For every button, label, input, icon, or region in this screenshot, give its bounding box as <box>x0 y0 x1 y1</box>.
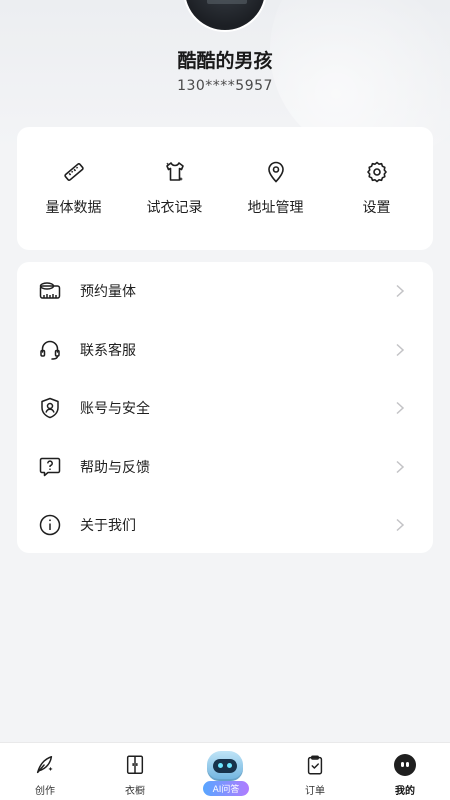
info-icon <box>39 515 61 536</box>
menu-item-help-feedback[interactable]: 帮助与反馈 <box>17 438 433 497</box>
help-chat-icon <box>39 457 61 476</box>
menu-card: 预约量体 联系客服 账号与安全 帮助与反馈 关于我们 <box>17 262 433 553</box>
menu-label: 账号与安全 <box>80 401 150 418</box>
profile-face-icon <box>394 754 416 776</box>
profile-page: 酷酷的男孩 130****5957 量体数据 试衣记录 地址管理 设置 预约量体… <box>0 0 450 800</box>
quick-actions-card: 量体数据 试衣记录 地址管理 设置 <box>17 127 433 250</box>
clipboard-check-icon <box>307 755 323 775</box>
feather-pen-icon <box>36 756 53 774</box>
quick-action-body-data[interactable]: 量体数据 <box>24 160 124 217</box>
quick-action-label: 设置 <box>362 200 391 216</box>
tab-orders[interactable]: 订单 <box>270 743 360 797</box>
tab-label: 订单 <box>305 786 325 797</box>
tab-label: 我的 <box>395 786 415 797</box>
robot-icon <box>207 751 243 781</box>
tape-measure-icon <box>39 282 61 299</box>
phone-number: 130****5957 <box>177 78 273 94</box>
quick-action-address[interactable]: 地址管理 <box>226 160 326 217</box>
location-pin-icon <box>267 161 284 183</box>
menu-label: 预约量体 <box>80 284 136 301</box>
bottom-tab-bar: 创作 衣橱 AI问答 订单 我的 <box>0 742 450 800</box>
menu-label: 联系客服 <box>80 342 136 359</box>
ai-qa-badge: AI问答 <box>203 781 249 796</box>
quick-action-label: 地址管理 <box>247 200 304 216</box>
chevron-right-icon <box>396 343 405 356</box>
menu-label: 帮助与反馈 <box>80 459 150 476</box>
quick-action-fitting-records[interactable]: 试衣记录 <box>125 160 225 217</box>
tab-mine[interactable]: 我的 <box>360 743 450 797</box>
robot-face <box>213 759 237 773</box>
ruler-icon <box>63 163 84 181</box>
tab-create[interactable]: 创作 <box>0 743 90 797</box>
menu-item-customer-service[interactable]: 联系客服 <box>17 321 433 380</box>
gear-icon <box>366 161 387 183</box>
shield-user-icon <box>41 398 59 419</box>
robot-eye <box>218 763 223 768</box>
wardrobe-icon <box>126 755 144 774</box>
quick-action-settings[interactable]: 设置 <box>327 160 427 217</box>
headset-icon <box>40 340 60 360</box>
menu-item-account-security[interactable]: 账号与安全 <box>17 379 433 438</box>
chevron-right-icon <box>396 519 405 532</box>
menu-item-book-measurement[interactable]: 预约量体 <box>17 262 433 321</box>
shirt-icon <box>165 162 184 181</box>
quick-action-label: 试衣记录 <box>146 200 203 216</box>
menu-item-about-us[interactable]: 关于我们 <box>17 496 433 555</box>
chevron-right-icon <box>396 402 405 415</box>
tab-label: 衣橱 <box>125 786 145 797</box>
quick-action-label: 量体数据 <box>45 200 102 216</box>
chevron-right-icon <box>396 460 405 473</box>
tab-label: 创作 <box>35 786 55 797</box>
robot-eye <box>227 763 232 768</box>
chevron-right-icon <box>396 285 405 298</box>
menu-label: 关于我们 <box>80 518 136 535</box>
tab-wardrobe[interactable]: 衣橱 <box>90 743 180 797</box>
username: 酷酷的男孩 <box>177 50 273 72</box>
